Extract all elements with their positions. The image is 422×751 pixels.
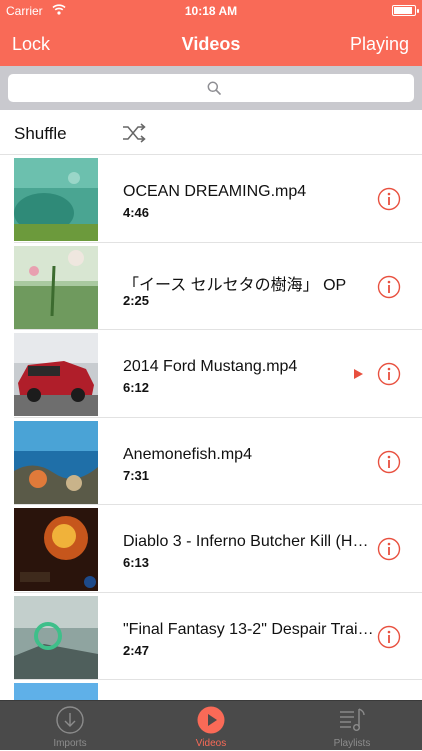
video-row[interactable]: Diablo 3 - Inferno Butcher Kill (Hardcor… bbox=[0, 505, 422, 593]
info-icon[interactable] bbox=[377, 187, 401, 211]
tab-videos[interactable]: Videos bbox=[141, 701, 281, 751]
video-list: OCEAN DREAMING.mp4 4:46 「イース セルセタの樹海」 OP… bbox=[0, 155, 422, 700]
info-icon[interactable] bbox=[377, 625, 401, 649]
info-icon[interactable] bbox=[377, 537, 401, 561]
video-row[interactable] bbox=[0, 680, 422, 700]
shuffle-label: Shuffle bbox=[14, 124, 67, 143]
shuffle-row[interactable]: Shuffle bbox=[0, 110, 422, 155]
video-thumbnail bbox=[14, 420, 98, 504]
nav-bar: Lock Videos Playing bbox=[0, 22, 422, 66]
video-thumbnail bbox=[14, 595, 98, 679]
video-thumbnail bbox=[14, 508, 98, 591]
now-playing-icon bbox=[354, 369, 363, 379]
status-bar: Carrier 10:18 AM bbox=[0, 0, 422, 22]
play-circle-icon bbox=[197, 706, 225, 734]
search-icon bbox=[207, 81, 221, 95]
tab-bar: Imports Videos Playlists bbox=[0, 700, 422, 750]
search-input[interactable] bbox=[8, 74, 414, 102]
video-title: OCEAN DREAMING.mp4 bbox=[123, 183, 307, 200]
download-circle-icon bbox=[56, 706, 84, 734]
battery-icon bbox=[392, 5, 419, 16]
shuffle-icon[interactable] bbox=[121, 122, 147, 144]
tab-label: Imports bbox=[53, 738, 87, 749]
playing-button[interactable]: Playing bbox=[350, 34, 409, 55]
video-thumbnail bbox=[14, 683, 98, 700]
video-title: 「イース セルセタの樹海」 OP bbox=[123, 276, 347, 294]
playlist-icon bbox=[340, 708, 365, 732]
video-duration: 4:46 bbox=[123, 205, 150, 220]
tab-playlists[interactable]: Playlists bbox=[282, 701, 422, 751]
info-icon[interactable] bbox=[377, 362, 401, 386]
video-row[interactable]: OCEAN DREAMING.mp4 4:46 bbox=[0, 155, 422, 243]
info-icon[interactable] bbox=[377, 275, 401, 299]
video-row[interactable]: Anemonefish.mp4 7:31 bbox=[0, 418, 422, 505]
video-row[interactable]: "Final Fantasy 13-2" Despair Trailer 2:4… bbox=[0, 593, 422, 680]
search-bar bbox=[0, 66, 422, 110]
clock: 10:18 AM bbox=[184, 4, 238, 18]
video-title: "Final Fantasy 13-2" Despair Trailer bbox=[123, 620, 375, 638]
video-title: Anemonefish.mp4 bbox=[123, 445, 252, 463]
tab-label: Playlists bbox=[333, 738, 371, 749]
video-title: Diablo 3 - Inferno Butcher Kill (Hardcor… bbox=[123, 533, 375, 550]
video-duration: 2:47 bbox=[123, 642, 150, 658]
video-duration: 6:13 bbox=[123, 555, 150, 570]
tab-imports[interactable]: Imports bbox=[0, 701, 140, 751]
video-duration: 6:12 bbox=[123, 380, 150, 395]
info-icon[interactable] bbox=[377, 450, 401, 474]
video-duration: 2:25 bbox=[123, 292, 150, 308]
video-thumbnail bbox=[14, 158, 98, 241]
video-thumbnail bbox=[14, 245, 98, 329]
video-row[interactable]: 「イース セルセタの樹海」 OP 2:25 bbox=[0, 243, 422, 330]
video-row[interactable]: 2014 Ford Mustang.mp4 6:12 bbox=[0, 330, 422, 418]
video-thumbnail bbox=[14, 333, 98, 416]
video-duration: 7:31 bbox=[123, 467, 150, 483]
tab-label: Videos bbox=[195, 738, 227, 749]
video-title: 2014 Ford Mustang.mp4 bbox=[123, 358, 298, 375]
